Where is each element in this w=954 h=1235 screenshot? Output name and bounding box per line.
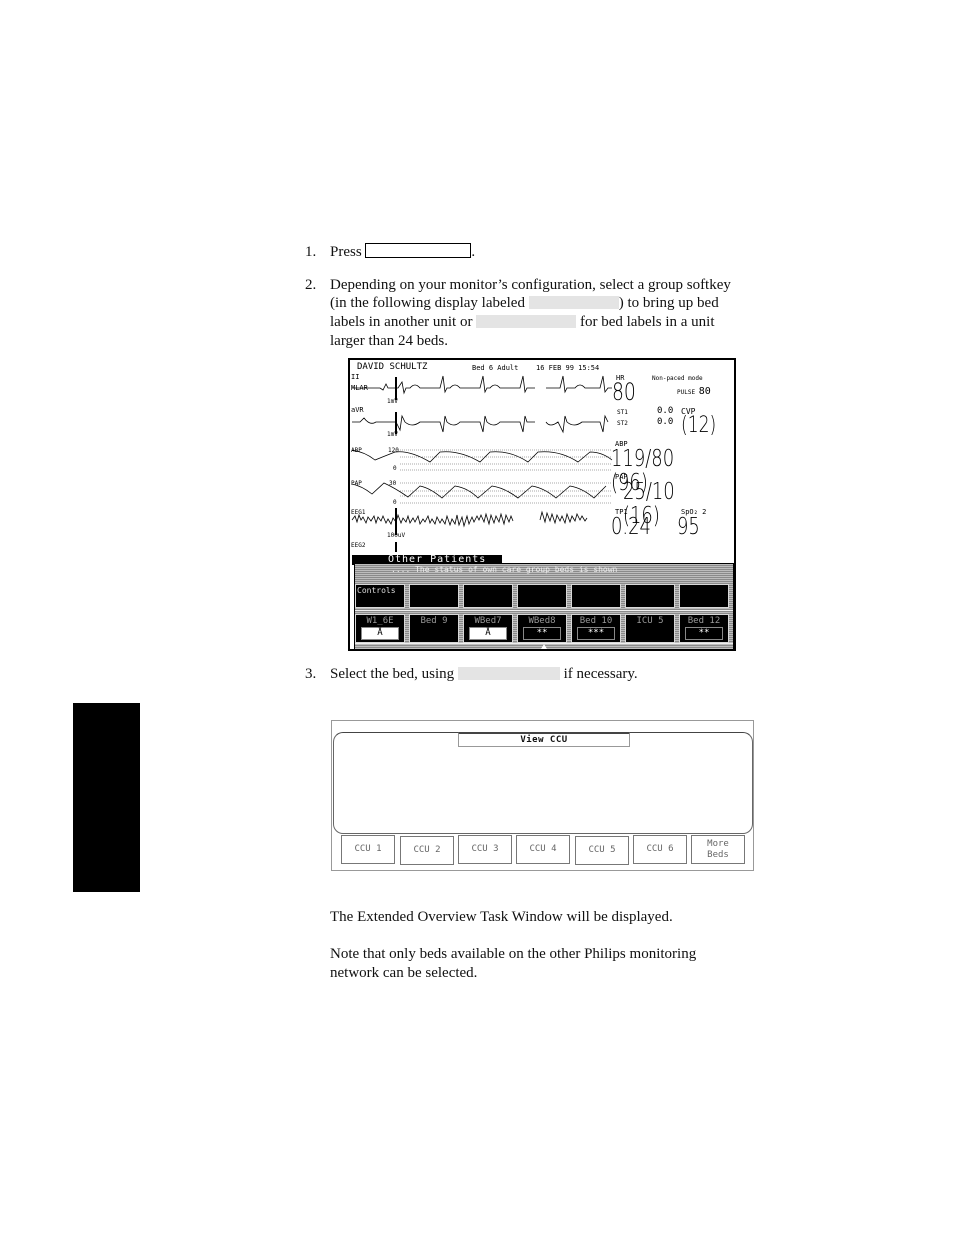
bed-status: ** xyxy=(523,627,561,640)
step-text: Press xyxy=(330,244,362,260)
chapter-tab xyxy=(73,703,140,892)
status-message: .... The status of own care group beds i… xyxy=(391,565,618,574)
step-text: ) to bring up bed xyxy=(618,295,719,311)
step-2-line: Depending on your monitor’s configuratio… xyxy=(330,277,731,293)
bed-softkey[interactable]: WBed8 ** xyxy=(517,614,567,643)
divider xyxy=(355,610,733,611)
pace-mode: Non-paced mode xyxy=(652,375,703,382)
more-beds-softkey-placeholder[interactable] xyxy=(457,667,560,680)
pulse-readout: PULSE 80 xyxy=(677,386,711,397)
bed-label: WBed8 xyxy=(528,616,556,626)
ecg-ii-wave xyxy=(352,375,612,395)
st2-value: 0.0 xyxy=(657,417,674,427)
empty-softkey[interactable] xyxy=(463,584,513,608)
ccu-6-button[interactable]: CCU 6 xyxy=(633,835,687,864)
view-ccu-content xyxy=(333,732,753,834)
punctuation: . xyxy=(471,244,476,260)
controls-softkey[interactable]: Controls xyxy=(355,584,405,608)
st2-label: ST2 xyxy=(617,420,628,427)
bed-softkey[interactable]: Bed 9 xyxy=(409,614,459,643)
note-text: The Extended Overview Task Window will b… xyxy=(330,909,673,925)
step-2-line: (in the following display labeled ) to b… xyxy=(330,294,719,313)
step-number: 2. xyxy=(305,277,317,293)
empty-softkey[interactable] xyxy=(679,584,729,608)
ccu-2-button[interactable]: CCU 2 xyxy=(400,836,454,865)
view-ccu-title: View CCU xyxy=(458,732,630,747)
abp-wave xyxy=(351,449,613,463)
ccu-3-button[interactable]: CCU 3 xyxy=(458,835,512,864)
bed-label: W1_6E xyxy=(366,616,394,626)
step-2-line: labels in another unit or for bed labels… xyxy=(330,313,715,332)
hardkey-placeholder[interactable] xyxy=(365,243,472,258)
bed-softkey[interactable]: ICU 5 xyxy=(625,614,675,643)
ccu-4-button[interactable]: CCU 4 xyxy=(516,835,570,864)
empty-softkey[interactable] xyxy=(625,584,675,608)
bed-label: Bed 12 xyxy=(687,616,721,626)
scroll-marker-icon xyxy=(541,644,547,649)
bed-label: Bed 9 xyxy=(420,616,448,626)
other-patients-panel: .... The status of own care group beds i… xyxy=(354,563,734,649)
step-text: for bed labels in a unit xyxy=(579,314,715,330)
more-beds-softkey-placeholder[interactable] xyxy=(476,315,577,328)
step-number: 1. xyxy=(305,244,317,260)
bed-softkey[interactable]: WBed7 Å xyxy=(463,614,513,643)
note-text: Note that only beds available on the oth… xyxy=(330,946,697,962)
more-beds-button[interactable]: More Beds xyxy=(691,835,745,864)
empty-softkey[interactable] xyxy=(409,584,459,608)
bed-label: Bed 10 xyxy=(579,616,613,626)
hr-value: 80 xyxy=(612,378,636,406)
bed-status: *** xyxy=(577,627,615,640)
monitor-screenshot: DAVID SCHULTZ Bed 6 Adult 16 FEB 99 15:5… xyxy=(348,358,736,651)
step-number: 3. xyxy=(305,666,317,682)
bed-label: ICU 5 xyxy=(636,616,664,626)
step-text: (in the following display labeled xyxy=(330,295,525,311)
bed-status: Å xyxy=(469,627,507,640)
step-text: if necessary. xyxy=(563,666,638,682)
ccu-5-button[interactable]: CCU 5 xyxy=(575,836,629,865)
note-text: network can be selected. xyxy=(330,965,478,981)
st1-label: ST1 xyxy=(617,409,628,416)
spo2-value: 95 xyxy=(677,514,700,540)
eeg1-wave xyxy=(351,510,588,528)
empty-softkey[interactable] xyxy=(517,584,567,608)
controls-label: Controls xyxy=(357,586,396,595)
bed-label: WBed7 xyxy=(474,616,502,626)
step-text: Select the bed, using xyxy=(330,666,455,682)
st1-value: 0.0 xyxy=(657,406,674,416)
step-text: labels in another unit or xyxy=(330,314,473,330)
tp1-value: 0.24 xyxy=(611,514,651,540)
bed-softkey[interactable]: Bed 12 ** xyxy=(679,614,729,643)
step-1: 1. xyxy=(305,243,316,262)
step-1-text: Press . xyxy=(330,243,475,262)
step-3-text: Select the bed, using if necessary. xyxy=(330,665,638,684)
waveforms xyxy=(351,375,613,552)
ccu-1-button[interactable]: CCU 1 xyxy=(341,835,395,864)
pulse-label: PULSE xyxy=(677,389,696,396)
empty-softkey[interactable] xyxy=(571,584,621,608)
ecg-avr-wave xyxy=(352,414,609,434)
bed-status: Å xyxy=(361,627,399,640)
group-softkey-placeholder[interactable] xyxy=(528,296,619,309)
bed-status: ** xyxy=(685,627,723,640)
bed-softkey[interactable]: Bed 10 *** xyxy=(571,614,621,643)
step-2-line: larger than 24 beds. xyxy=(330,333,449,349)
cvp-value: (12) xyxy=(681,413,717,438)
bed-softkey[interactable]: W1_6E Å xyxy=(355,614,405,643)
pulse-value: 80 xyxy=(698,386,711,397)
